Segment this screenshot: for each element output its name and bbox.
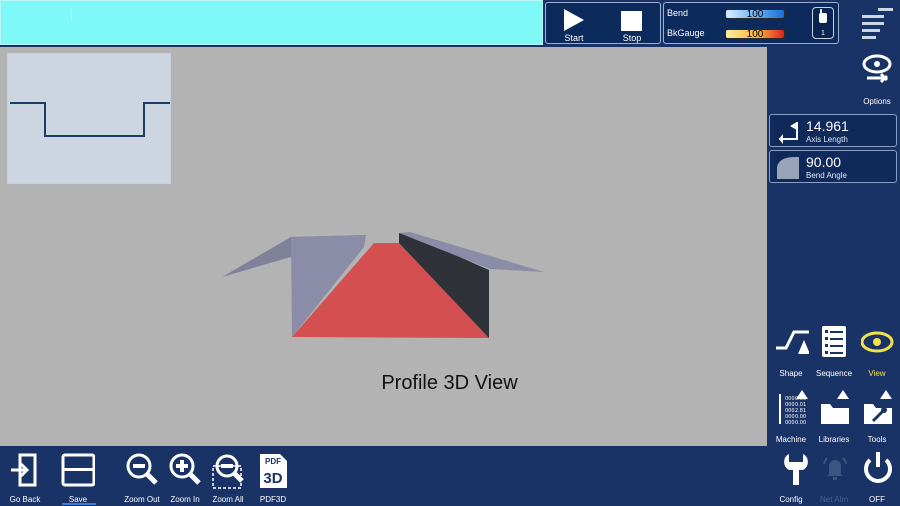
axis-length-label: Axis Length: [806, 135, 848, 144]
backgauge-gauge-label: BkGauge: [667, 28, 705, 38]
zoom-out-icon: [126, 453, 158, 485]
shape-icon: [776, 330, 809, 354]
power-icon: [864, 452, 892, 483]
manual-mode-count: 1: [821, 30, 825, 37]
view-title-text: Profile 3D View: [381, 372, 518, 394]
axis-length-value: 14.961: [806, 118, 849, 134]
profile-2d-minimap: [7, 53, 171, 184]
tools-button[interactable]: Tools: [855, 388, 899, 444]
zoom-in-icon: [169, 453, 201, 485]
tools-label: Tools: [867, 435, 887, 444]
speed-gauges: Bend 100 BkGauge 100 1: [663, 2, 839, 44]
bend-gauge: Bend 100: [667, 7, 792, 21]
machine-icon-row-5a: 000: [785, 420, 795, 426]
eye-icon: [861, 331, 894, 353]
power-off-label: OFF: [869, 495, 885, 504]
stop-button[interactable]: Stop: [604, 3, 660, 45]
run-controls: Start Stop: [545, 2, 661, 44]
sequence-list-icon: [822, 326, 846, 357]
view-button[interactable]: View: [855, 322, 899, 378]
status-cursor-mark: [71, 9, 72, 21]
backgauge-gauge-value: 100: [746, 29, 764, 40]
options-button[interactable]: Options: [855, 50, 899, 106]
bend-gauge-value: 100: [746, 9, 764, 20]
zoom-all-icon: [212, 454, 244, 489]
machine-readout-icon: 000 0.00 000 0.01 000 2.81 000 0.00 000 …: [779, 390, 808, 426]
power-off-button[interactable]: OFF: [855, 448, 899, 504]
start-button[interactable]: Start: [546, 3, 602, 45]
bend-gauge-bar[interactable]: 100: [725, 9, 785, 20]
go-back-button[interactable]: Go Back: [0, 448, 50, 506]
wrench-icon: [784, 454, 808, 485]
save-button[interactable]: Save: [53, 448, 103, 506]
backgauge-gauge-bar[interactable]: 100: [725, 29, 785, 40]
save-active-indicator: [62, 503, 96, 505]
folder-icon: [821, 390, 849, 424]
bend-angle-icon: [777, 157, 799, 179]
view-title: Profile 3D View: [0, 372, 767, 395]
pdf-icon-tag: PDF: [265, 457, 281, 466]
view-label: View: [868, 369, 886, 378]
pdf3d-button[interactable]: PDF 3D PDF3D: [248, 448, 298, 506]
bend-angle-field[interactable]: 90.00 Bend Angle: [769, 150, 897, 183]
play-icon: [564, 9, 584, 31]
save-disk-icon: [61, 453, 95, 487]
status-message-bar: [0, 0, 543, 45]
axis-length-field[interactable]: 14.961 Axis Length: [769, 114, 897, 147]
start-label: Start: [564, 33, 584, 43]
bend-angle-value: 90.00: [806, 154, 842, 170]
profile-2d-shape: [10, 102, 170, 137]
pdf3d-label: PDF3D: [259, 495, 287, 504]
bend-gauge-label: Bend: [667, 8, 689, 18]
pdf-icon-3d-text: 3D: [263, 470, 282, 487]
manual-mode-button[interactable]: 1: [812, 7, 834, 39]
machine-icon-row-5b: 0.00: [795, 420, 806, 426]
axis-length-icon: [779, 122, 798, 144]
menu-icon[interactable]: [858, 6, 894, 40]
backgauge-gauge: BkGauge 100: [667, 27, 792, 41]
tools-folder-icon: [864, 390, 892, 424]
stop-icon: [621, 11, 642, 31]
bend-angle-label: Bend Angle: [806, 171, 847, 180]
stop-label: Stop: [622, 33, 642, 43]
alarm-bell-icon: [823, 457, 847, 480]
exit-door-icon: [11, 453, 37, 487]
options-label: Options: [863, 97, 891, 106]
pdf-3d-icon: PDF 3D: [260, 454, 287, 488]
hand-icon: [819, 9, 827, 23]
eye-settings-icon: [862, 54, 892, 84]
